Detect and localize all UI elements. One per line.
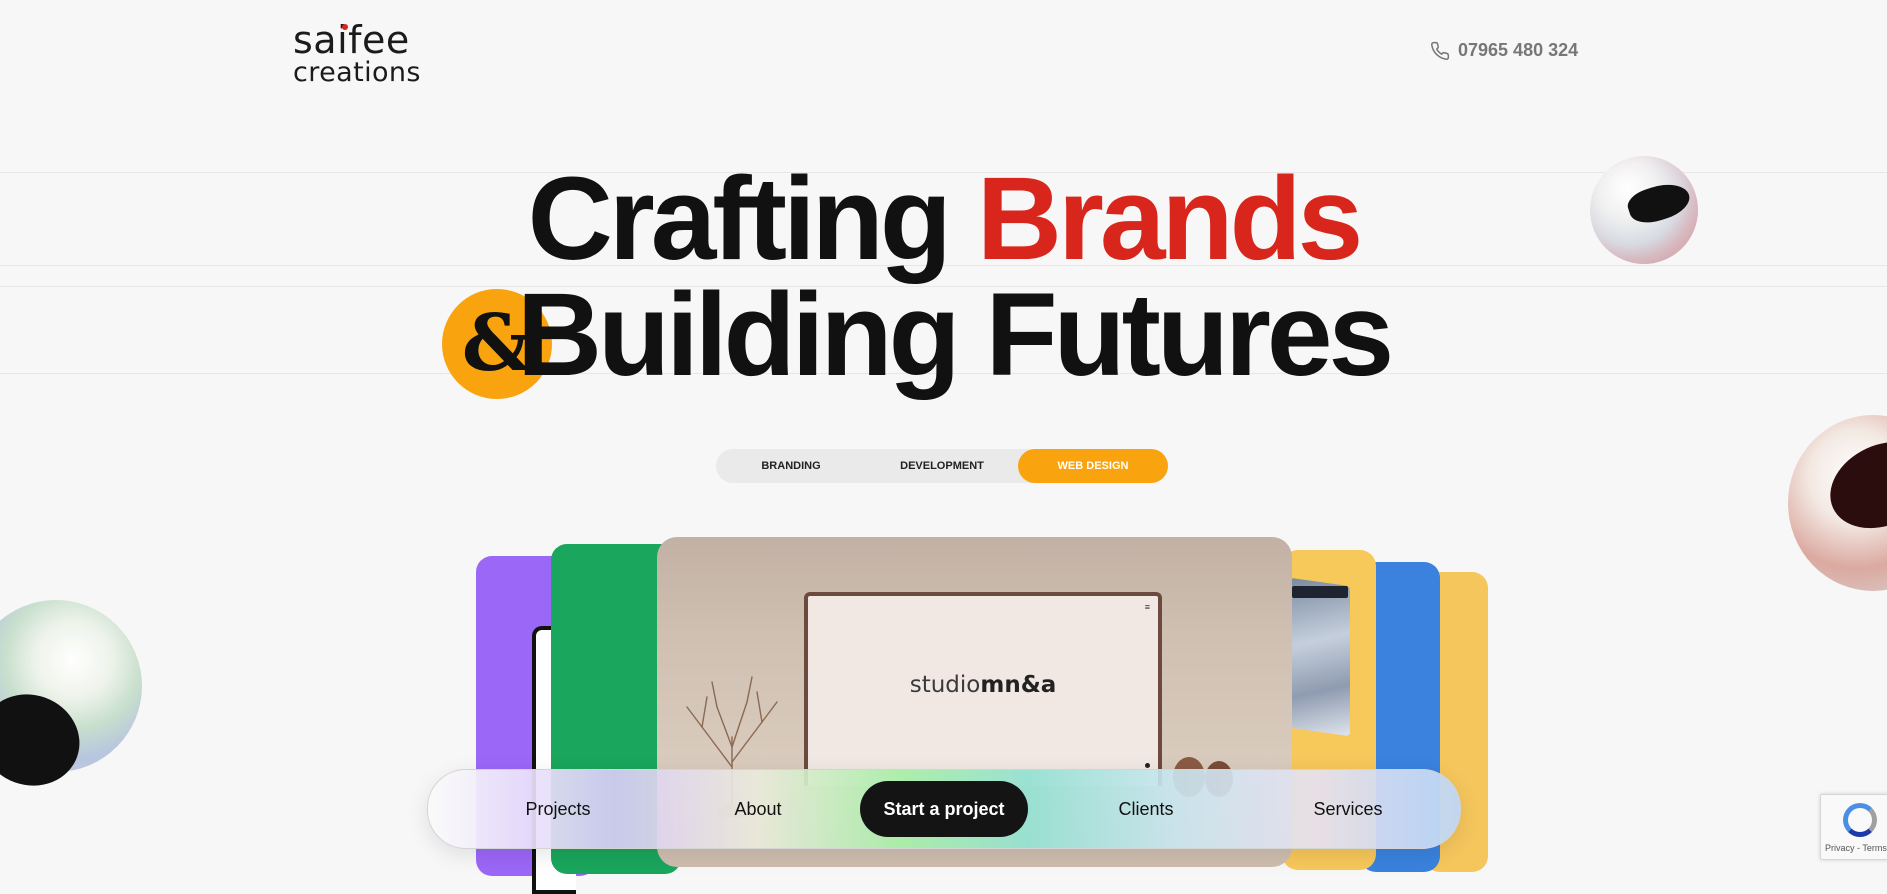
project-image-mountains: [1290, 577, 1350, 737]
recaptcha-badge[interactable]: Privacy - Terms: [1820, 794, 1887, 860]
menu-icon: ≡: [1144, 602, 1150, 612]
site-logo[interactable]: saifee creations: [293, 18, 421, 88]
wordmark-light: studio: [909, 672, 981, 698]
hero-line1-accent: Brands: [976, 153, 1364, 285]
glass-sphere-decoration: [0, 600, 142, 800]
nav-services[interactable]: Services: [1288, 770, 1408, 848]
phone-icon: [1430, 41, 1450, 61]
start-project-button[interactable]: Start a project: [860, 781, 1028, 837]
project-wordmark: studiomn&a: [808, 672, 1158, 698]
logo-line2: creations: [293, 56, 421, 88]
tab-web-design[interactable]: WEB DESIGN: [1018, 449, 1168, 483]
recaptcha-icon: [1843, 803, 1877, 837]
glass-sphere-decoration: [1788, 415, 1887, 591]
wordmark-bold: mn&a: [980, 672, 1057, 698]
hero-line1-prefix: Crafting: [527, 153, 977, 285]
laptop-screen: ≡ studiomn&a: [804, 592, 1162, 786]
phone-number: 07965 480 324: [1458, 40, 1579, 60]
nav-clients[interactable]: Clients: [1086, 770, 1206, 848]
hero-headline-line2: Building Futures: [516, 269, 1394, 401]
nav-about[interactable]: About: [698, 770, 818, 848]
logo-dot: [342, 24, 348, 30]
recaptcha-links[interactable]: Privacy - Terms: [1825, 843, 1887, 853]
logo-line1: saifee: [293, 18, 410, 62]
bottom-nav: Projects About Start a project Clients S…: [427, 769, 1461, 849]
project-image-header: [1292, 586, 1348, 598]
phone-link[interactable]: 07965 480 324: [1430, 40, 1578, 61]
screen-dot: [1145, 763, 1150, 768]
nav-projects[interactable]: Projects: [498, 770, 618, 848]
tab-development[interactable]: DEVELOPMENT: [866, 449, 1018, 483]
category-tabs: BRANDING DEVELOPMENT WEB DESIGN: [716, 449, 1168, 483]
tab-branding[interactable]: BRANDING: [716, 449, 866, 483]
hero-headline-line1: Crafting Brands: [0, 160, 1887, 278]
